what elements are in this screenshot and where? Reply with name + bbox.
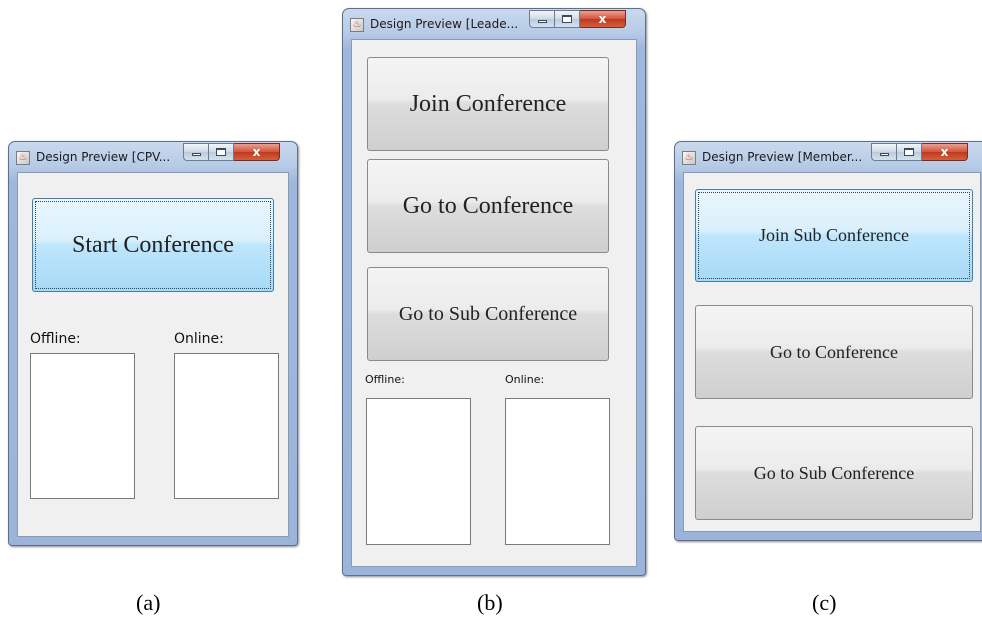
window-member: ♨ Design Preview [Member... x Join Sub C… (674, 141, 982, 541)
close-button[interactable]: x (234, 143, 280, 161)
java-app-icon: ♨ (16, 151, 30, 165)
go-to-sub-conference-button[interactable]: Go to Sub Conference (695, 426, 973, 520)
window-content: Start Conference Offline: Online: (17, 172, 289, 537)
caption-a: (a) (136, 590, 161, 615)
minimize-icon (537, 20, 547, 23)
minimize-icon (191, 153, 201, 156)
online-label: Online: (174, 331, 224, 347)
title-bar[interactable]: ♨ Design Preview [CPV... x (9, 142, 297, 172)
maximize-button[interactable] (209, 143, 234, 161)
go-to-sub-conference-button[interactable]: Go to Sub Conference (367, 267, 609, 361)
close-button[interactable]: x (922, 143, 968, 161)
window-title: Design Preview [Leade... (370, 17, 519, 31)
online-label: Online: (505, 373, 545, 386)
title-bar[interactable]: ♨ Design Preview [Leade... x (343, 9, 645, 39)
offline-label: Offline: (365, 373, 405, 386)
close-button[interactable]: x (580, 10, 626, 28)
close-icon: x (252, 145, 261, 159)
join-sub-conference-label: Join Sub Conference (759, 225, 909, 245)
go-to-conference-label: Go to Conference (770, 341, 898, 362)
online-list[interactable] (505, 398, 610, 545)
join-sub-conference-button[interactable]: Join Sub Conference (695, 189, 973, 282)
minimize-button[interactable] (529, 10, 555, 28)
maximize-icon (562, 15, 572, 23)
start-conference-label: Start Conference (72, 231, 234, 258)
online-list[interactable] (174, 353, 279, 499)
minimize-button[interactable] (183, 143, 209, 161)
join-conference-button[interactable]: Join Conference (367, 57, 609, 151)
window-title: Design Preview [CPV... (36, 150, 171, 164)
offline-label: Offline: (30, 331, 81, 347)
go-to-sub-conference-label: Go to Sub Conference (398, 302, 578, 325)
maximize-icon (216, 148, 226, 156)
go-to-conference-button[interactable]: Go to Conference (367, 159, 609, 253)
go-to-conference-label: Go to Conference (402, 192, 574, 219)
maximize-button[interactable] (897, 143, 922, 161)
minimize-icon (879, 153, 889, 156)
maximize-icon (904, 148, 914, 156)
join-conference-label: Join Conference (409, 90, 567, 117)
window-content: Join Conference Go to Conference Go to S… (351, 39, 637, 567)
maximize-button[interactable] (555, 10, 580, 28)
start-conference-button[interactable]: Start Conference (32, 198, 274, 292)
go-to-sub-conference-label: Go to Sub Conference (753, 462, 915, 483)
minimize-button[interactable] (871, 143, 897, 161)
go-to-conference-button[interactable]: Go to Conference (695, 305, 973, 399)
window-content: Join Sub Conference Go to Conference Go … (683, 172, 981, 532)
offline-list[interactable] (366, 398, 471, 545)
title-bar[interactable]: ♨ Design Preview [Member... x (675, 142, 982, 172)
caption-c: (c) (812, 590, 837, 615)
window-leader: ♨ Design Preview [Leade... x Join Confer… (342, 8, 646, 576)
close-icon: x (940, 145, 949, 159)
window-cpv: ♨ Design Preview [CPV... x Start Confere… (8, 141, 298, 546)
caption-b: (b) (477, 590, 503, 615)
close-icon: x (598, 12, 607, 26)
offline-list[interactable] (30, 353, 135, 499)
java-app-icon: ♨ (682, 151, 696, 165)
java-app-icon: ♨ (350, 18, 364, 32)
window-title: Design Preview [Member... (702, 150, 862, 164)
